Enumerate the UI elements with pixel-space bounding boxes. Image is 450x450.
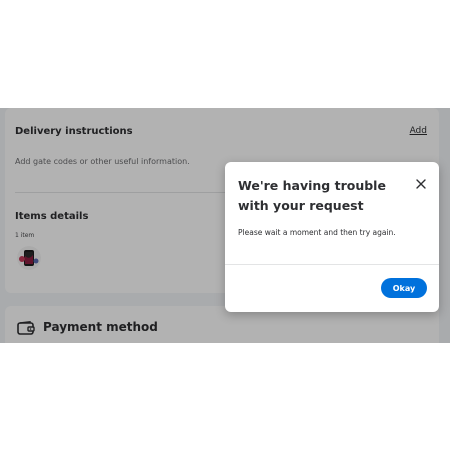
dialog-divider [225,264,439,265]
dialog-title: We're having trouble with your request [238,178,386,213]
close-button[interactable] [413,176,429,192]
screen: Delivery instructions Add Add gate codes… [0,0,450,450]
okay-button[interactable]: Okay [381,278,427,298]
close-icon [416,179,426,189]
dialog-message: Please wait a moment and then try again. [238,228,396,237]
error-dialog: We're having trouble with your request P… [225,162,439,312]
